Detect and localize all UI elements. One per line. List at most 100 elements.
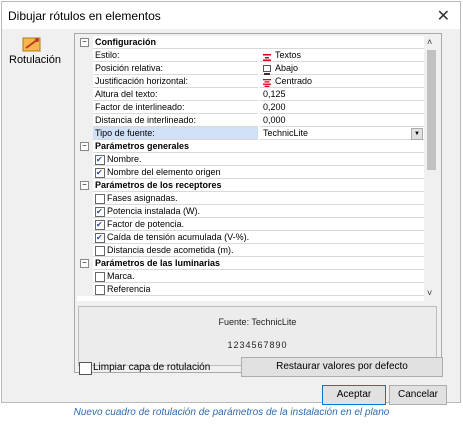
preview-sample: 1234567890 xyxy=(227,340,288,350)
property-value-text: Textos xyxy=(275,50,302,60)
checkbox-row[interactable]: Referencia xyxy=(77,283,424,296)
property-value[interactable]: TechnicLite ▼ xyxy=(260,127,424,140)
row-gutter xyxy=(77,49,93,62)
collapse-icon[interactable]: − xyxy=(80,259,89,268)
property-value[interactable]: 0,200 xyxy=(260,101,424,114)
scroll-up-icon[interactable]: ˄ xyxy=(427,37,432,47)
restore-defaults-button[interactable]: Restaurar valores por defecto xyxy=(241,357,443,377)
accept-button[interactable]: Aceptar xyxy=(322,385,386,405)
cancel-button[interactable]: Cancelar xyxy=(389,385,447,405)
checkbox-label: Referencia xyxy=(107,284,151,294)
clear-layer-label: Limpiar capa de rotulación xyxy=(93,362,211,373)
property-value-text: 0,200 xyxy=(263,102,286,112)
checkbox-label: Fases asignadas. xyxy=(107,193,178,203)
checkbox-row[interactable]: Nombre del elemento origen xyxy=(77,166,424,179)
row-gutter xyxy=(77,192,93,205)
checkbox-label: Nombre. xyxy=(107,154,142,164)
checkbox-row[interactable]: Caída de tensión acumulada (V-%). xyxy=(77,231,424,244)
properties-panel: − Configuración Estilo: Textos Posición rela… xyxy=(74,33,442,373)
checkbox-unchecked[interactable] xyxy=(95,194,105,204)
checkbox-label: Distancia desde acometida (m). xyxy=(107,245,234,255)
checkbox-checked[interactable] xyxy=(95,167,105,179)
figure-caption: Nuevo cuadro de rotulación de parámetros… xyxy=(73,407,390,418)
checkbox-label: Factor de potencia. xyxy=(107,219,185,229)
checkbox-row[interactable]: Potencia instalada (W). xyxy=(77,205,424,218)
property-value[interactable]: Centrado xyxy=(260,75,424,88)
row-gutter xyxy=(77,114,93,127)
category-row[interactable]: − Parámetros generales xyxy=(77,140,424,153)
property-row[interactable]: Tipo de fuente: TechnicLite ▼ xyxy=(77,127,424,140)
checkbox-checked[interactable] xyxy=(95,206,105,218)
checkbox-checked[interactable] xyxy=(95,232,105,244)
clear-layer-box[interactable] xyxy=(79,362,92,375)
label-dialog: Dibujar rótulos en elementos ✕ Rotulació… xyxy=(1,1,461,405)
row-gutter: − xyxy=(77,257,93,270)
checkbox-row[interactable]: Nombre. xyxy=(77,153,424,166)
checkbox-unchecked[interactable] xyxy=(95,272,105,282)
property-name: Estilo: xyxy=(93,49,258,62)
checkbox-unchecked[interactable] xyxy=(95,285,105,295)
close-icon[interactable]: ✕ xyxy=(437,6,450,26)
center-justify-icon xyxy=(263,78,271,87)
scroll-down-icon[interactable]: ˅ xyxy=(427,288,432,298)
vertical-scrollbar[interactable]: ˄ ˅ xyxy=(425,36,438,301)
category-label: Parámetros generales xyxy=(95,141,190,151)
property-row[interactable]: Distancia de interlineado: 0,000 xyxy=(77,114,424,127)
collapse-icon[interactable]: − xyxy=(80,142,89,151)
row-gutter xyxy=(77,88,93,101)
property-value[interactable]: 0,000 xyxy=(260,114,424,127)
property-value[interactable]: Textos xyxy=(260,49,424,62)
property-value[interactable]: Abajo xyxy=(260,62,424,75)
rotulacion-icon xyxy=(22,37,41,52)
collapse-icon[interactable]: − xyxy=(80,181,89,190)
property-name: Tipo de fuente: xyxy=(93,127,258,140)
checkbox-row[interactable]: Marca. xyxy=(77,270,424,283)
property-value[interactable]: 0,125 xyxy=(260,88,424,101)
checkbox-label: Caída de tensión acumulada (V-%). xyxy=(107,232,250,242)
property-name: Altura del texto: xyxy=(93,88,258,101)
window-title: Dibujar rótulos en elementos xyxy=(8,9,161,23)
position-below-icon xyxy=(263,64,271,75)
checkbox-row[interactable]: Factor de potencia. xyxy=(77,218,424,231)
property-row[interactable]: Altura del texto: 0,125 xyxy=(77,88,424,101)
row-gutter xyxy=(77,75,93,88)
row-gutter xyxy=(77,127,93,140)
category-label: Configuración xyxy=(95,37,156,47)
category-row[interactable]: − Configuración xyxy=(77,36,424,49)
scroll-thumb[interactable] xyxy=(427,50,436,170)
property-name: Distancia de interlineado: xyxy=(93,114,258,127)
property-value-text: 0,000 xyxy=(263,115,286,125)
property-value-text: TechnicLite xyxy=(263,128,309,138)
left-pane: Rotulación xyxy=(6,32,68,377)
title-bar: Dibujar rótulos en elementos ✕ xyxy=(2,2,460,29)
dropdown-arrow-icon[interactable]: ▼ xyxy=(411,128,423,140)
checkbox-checked[interactable] xyxy=(95,219,105,231)
property-row[interactable]: Posición relativa: Abajo xyxy=(77,62,424,75)
property-row[interactable]: Estilo: Textos xyxy=(77,49,424,62)
row-gutter xyxy=(77,62,93,75)
checkbox-unchecked[interactable] xyxy=(95,246,105,256)
collapse-icon[interactable]: − xyxy=(80,38,89,47)
checkbox-row[interactable]: Fases asignadas. xyxy=(77,192,424,205)
property-name: Factor de interlineado: xyxy=(93,101,258,114)
property-value-text: Abajo xyxy=(275,63,299,73)
category-label: Parámetros de los receptores xyxy=(95,180,222,190)
category-label: Parámetros de las luminarias xyxy=(95,258,221,268)
row-gutter xyxy=(77,270,93,283)
checkbox-label: Potencia instalada (W). xyxy=(107,206,201,216)
property-name: Posición relativa: xyxy=(93,62,258,75)
preview-font-name: Fuente: TechnicLite xyxy=(218,317,297,327)
category-row[interactable]: − Parámetros de los receptores xyxy=(77,179,424,192)
property-row[interactable]: Factor de interlineado: 0,200 xyxy=(77,101,424,114)
row-gutter xyxy=(77,244,93,257)
row-gutter xyxy=(77,231,93,244)
rotulacion-label: Rotulación xyxy=(9,54,61,66)
checkbox-label: Nombre del elemento origen xyxy=(107,167,221,177)
row-gutter xyxy=(77,153,93,166)
text-style-icon xyxy=(263,52,271,61)
row-gutter xyxy=(77,101,93,114)
checkbox-row[interactable]: Distancia desde acometida (m). xyxy=(77,244,424,257)
checkbox-checked[interactable] xyxy=(95,154,105,166)
property-row[interactable]: Justificación horizontal: Centrado xyxy=(77,75,424,88)
category-row[interactable]: − Parámetros de las luminarias xyxy=(77,257,424,270)
